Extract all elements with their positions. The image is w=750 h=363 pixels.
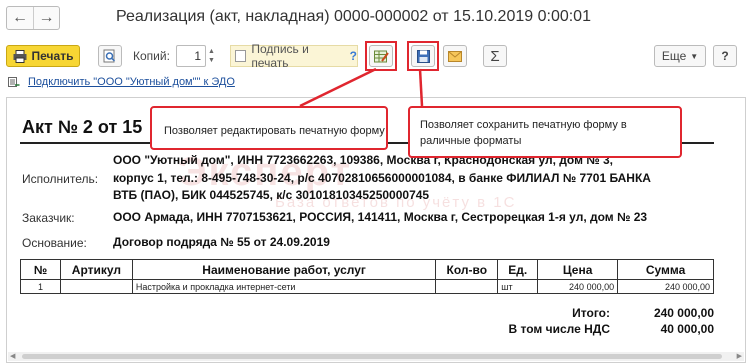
edit-callout: Позволяет редактировать печатную форму: [150, 106, 388, 150]
save-callout: Позволяет сохранить печатную форму в рал…: [408, 106, 682, 158]
save-callout-text: Позволяет сохранить печатную форму в рал…: [420, 119, 627, 147]
edit-callout-arrow: [299, 67, 377, 108]
edit-callout-text: Позволяет редактировать печатную форму: [164, 125, 385, 137]
save-callout-arrow: [418, 68, 424, 107]
callout-arrows: [299, 67, 424, 108]
